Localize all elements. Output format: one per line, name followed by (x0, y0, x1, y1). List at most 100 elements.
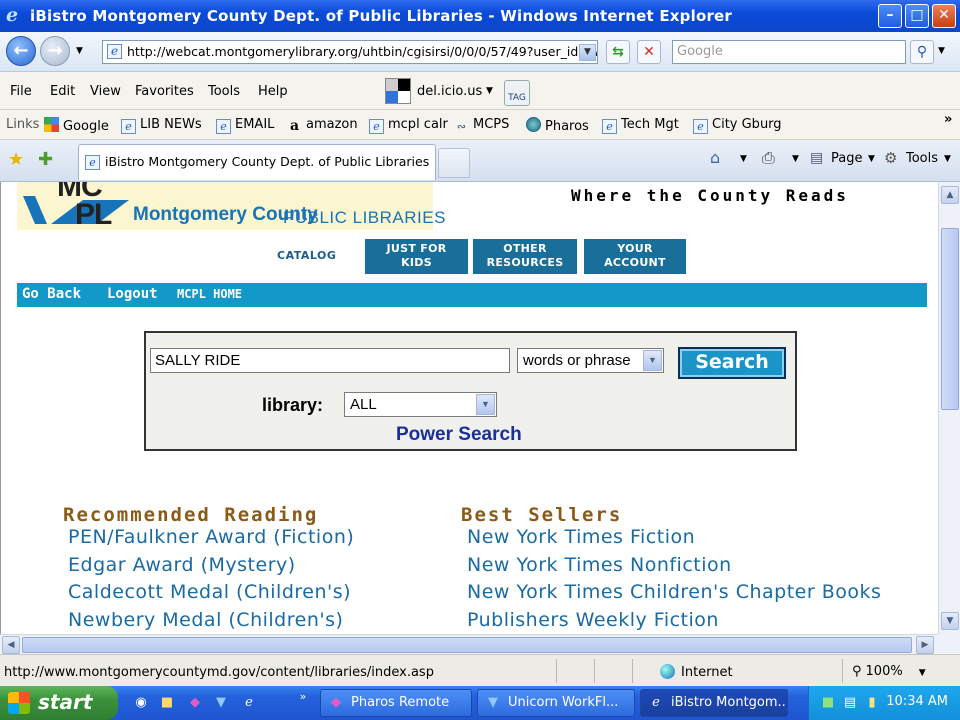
horizontal-scrollbar[interactable]: ◀ ▶ (0, 634, 938, 654)
quicklaunch-browser-icon[interactable]: e (240, 694, 258, 712)
link-google[interactable]: Google (44, 117, 109, 134)
delicious-icon[interactable] (385, 78, 411, 104)
forward-button[interactable]: → (40, 36, 70, 66)
start-button[interactable]: start (0, 686, 118, 720)
scroll-left-icon[interactable]: ◀ (2, 636, 20, 654)
back-button[interactable]: ← (6, 36, 36, 66)
scroll-down-icon[interactable]: ▼ (941, 612, 959, 630)
recommended-link[interactable]: Newbery Medal (Children's) (68, 609, 343, 631)
bestseller-link[interactable]: New York Times Nonfiction (467, 554, 732, 576)
new-tab-button[interactable] (438, 148, 470, 178)
recommended-link[interactable]: PEN/Faulkner Award (Fiction) (68, 526, 354, 548)
home-dropdown-icon[interactable]: ▼ (740, 154, 747, 164)
history-dropdown-icon[interactable]: ▼ (76, 46, 83, 56)
menu-tools[interactable]: Tools (208, 84, 240, 99)
status-divider (632, 659, 633, 683)
search-mode-select[interactable]: words or phrase ▼ (517, 348, 664, 373)
library-select[interactable]: ALL ▼ (344, 392, 497, 417)
close-button[interactable]: ✕ (932, 4, 956, 28)
link-email[interactable]: e EMAIL (216, 117, 274, 134)
library-label: library: (262, 395, 324, 415)
zoom-dropdown-icon[interactable]: ▼ (919, 668, 926, 678)
ie-logo-icon: e (6, 4, 19, 26)
menu-edit[interactable]: Edit (50, 84, 75, 99)
stop-button[interactable]: ✕ (637, 40, 661, 64)
logo-pl: PL (75, 198, 112, 231)
quicklaunch-overflow-icon[interactable]: » (294, 688, 312, 706)
delicious-dropdown-icon[interactable]: ▼ (486, 86, 493, 96)
address-dropdown-icon[interactable]: ▼ (579, 44, 596, 61)
tab-active[interactable]: e iBistro Montgomery County Dept. of Pub… (78, 144, 436, 180)
page-dropdown-icon[interactable]: ▼ (868, 154, 875, 164)
bestseller-link[interactable]: Publishers Weekly Fiction (467, 609, 719, 631)
nav-catalog[interactable]: CATALOG (277, 249, 336, 262)
menu-file[interactable]: File (10, 84, 32, 99)
mcpl-logo[interactable]: MC PL Montgomery County PUBLIC LIBRARIES (17, 182, 445, 231)
search-input[interactable]: Google (672, 40, 906, 64)
gear-icon: ⚙ (884, 149, 898, 167)
quicklaunch-unicorn-icon[interactable]: ▼ (212, 694, 230, 712)
links-overflow-icon[interactable]: » (944, 112, 952, 127)
link-lib-news[interactable]: e LIB NEWs (121, 117, 202, 134)
home-icon[interactable]: ⌂ (710, 148, 720, 167)
quicklaunch-pharos-icon[interactable]: ◆ (186, 694, 204, 712)
quicklaunch-folder-icon[interactable]: ■ (158, 694, 176, 712)
delicious-label[interactable]: del.icio.us (417, 84, 482, 99)
link-tech-mgt[interactable]: e Tech Mgt (602, 117, 679, 134)
nav-just-for-kids[interactable]: JUST FOR KIDS (365, 239, 468, 274)
scroll-up-icon[interactable]: ▲ (941, 186, 959, 204)
task-ibistro[interactable]: e iBistro Montgom... (640, 689, 788, 717)
print-dropdown-icon[interactable]: ▼ (792, 154, 799, 164)
tray-app-icon[interactable]: ▤ (841, 694, 859, 712)
link-amazon[interactable]: a amazon (287, 117, 358, 135)
search-options-icon[interactable]: ▼ (938, 46, 945, 56)
tools-dropdown-icon[interactable]: ▼ (944, 154, 951, 164)
menu-view[interactable]: View (90, 84, 121, 99)
address-url: http://webcat.montgomerylibrary.org/uhtb… (127, 44, 598, 59)
nav-other-resources[interactable]: OTHER RESOURCES (473, 239, 577, 274)
horizontal-scroll-thumb[interactable] (22, 637, 912, 653)
recommended-link[interactable]: Caldecott Medal (Children's) (68, 581, 351, 603)
menu-help[interactable]: Help (258, 84, 288, 99)
bestseller-link[interactable]: New York Times Children's Chapter Books (467, 581, 881, 603)
go-back-link[interactable]: Go Back (22, 286, 81, 302)
catalog-search-button[interactable]: Search (678, 347, 786, 379)
mcpl-home-link[interactable]: MCPL HOME (177, 287, 242, 301)
scroll-right-icon[interactable]: ▶ (916, 636, 934, 654)
maximize-button[interactable]: □ (905, 4, 929, 28)
search-button[interactable]: ⚲ (910, 40, 934, 64)
print-icon[interactable]: ⎙ (762, 148, 775, 168)
link-mcpl-calr[interactable]: e mcpl calr (369, 117, 448, 134)
nav-resources-line2: RESOURCES (486, 256, 564, 269)
catalog-search-input[interactable]: SALLY RIDE (150, 348, 510, 373)
logout-link[interactable]: Logout (107, 286, 158, 302)
refresh-button[interactable]: ⇆ (606, 40, 630, 64)
bestseller-link[interactable]: New York Times Fiction (467, 526, 695, 548)
status-divider (556, 659, 557, 683)
minimize-button[interactable]: – (878, 4, 902, 28)
quicklaunch-ie-icon[interactable]: ◉ (132, 694, 150, 712)
tray-network-icon[interactable]: ■ (819, 694, 837, 712)
tray-speaker-icon[interactable]: ▮ (863, 694, 881, 712)
zoom-level[interactable]: ⚲ 100% ▼ (852, 664, 926, 679)
power-search-link[interactable]: Power Search (396, 424, 522, 446)
link-pharos[interactable]: Pharos (526, 117, 589, 134)
favorites-star-icon[interactable]: ★ (8, 149, 24, 170)
recommended-heading: Recommended Reading (63, 504, 319, 526)
link-mcps[interactable]: ∾ MCPS (454, 117, 510, 135)
address-input[interactable]: e http://webcat.montgomerylibrary.org/uh… (102, 40, 598, 64)
tools-menu[interactable]: Tools (906, 151, 938, 166)
back-arrow-icon: ← (13, 40, 29, 61)
tag-button[interactable]: TAG (504, 80, 530, 106)
recommended-link[interactable]: Edgar Award (Mystery) (68, 554, 296, 576)
task-unicorn-workflows[interactable]: ▼ Unicorn WorkFl... (477, 689, 635, 717)
add-favorite-icon[interactable]: ✚ (38, 149, 53, 170)
page-menu[interactable]: Page (831, 151, 862, 166)
task-pharos-remote[interactable]: ◆ Pharos Remote (320, 689, 472, 717)
link-city-gburg[interactable]: e City Gburg (693, 117, 782, 134)
vertical-scroll-thumb[interactable] (941, 228, 959, 410)
stop-icon: ✕ (643, 44, 655, 60)
nav-your-account[interactable]: YOUR ACCOUNT (584, 239, 686, 274)
menu-favorites[interactable]: Favorites (135, 84, 194, 99)
vertical-scrollbar[interactable]: ▲ ▼ (938, 182, 960, 634)
